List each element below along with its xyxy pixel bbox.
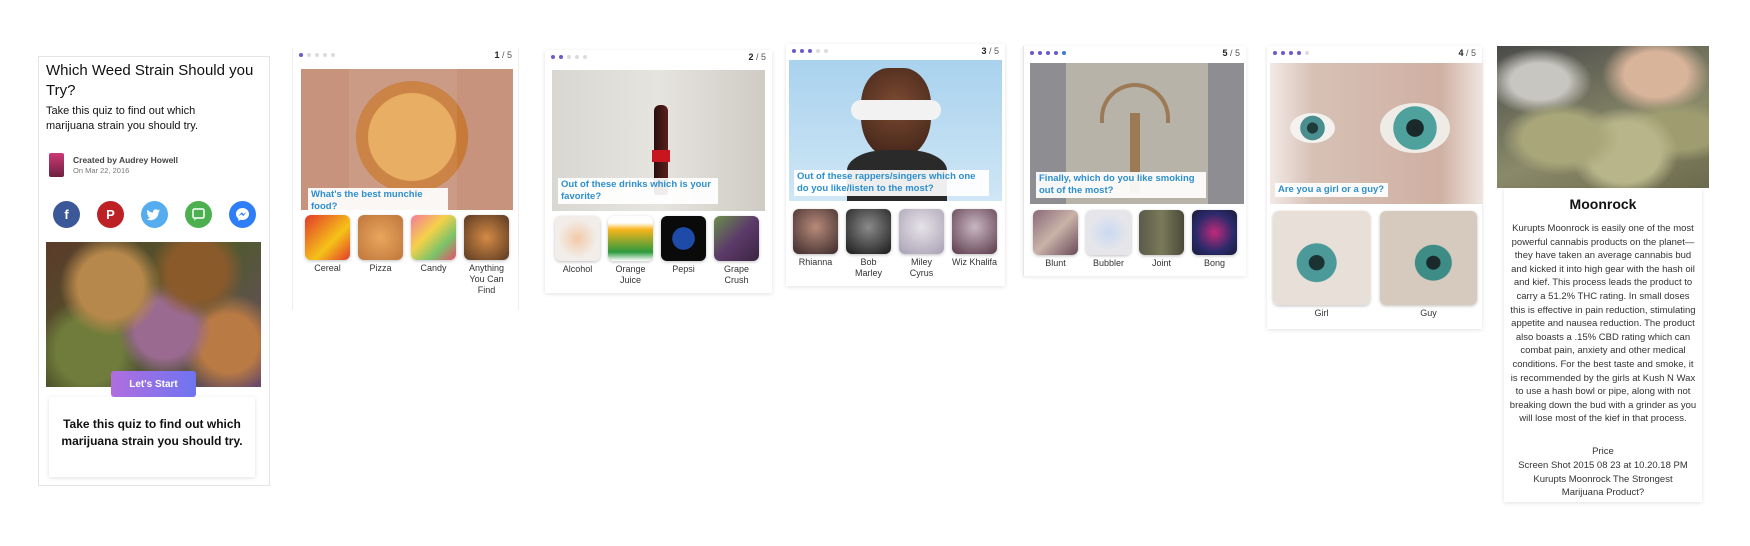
question-text: Out of these drinks which is your favori…	[558, 178, 718, 204]
option-label: Orange Juice	[615, 264, 646, 285]
option-guy[interactable]: Guy	[1380, 211, 1477, 319]
option-label: Cereal	[314, 263, 341, 273]
author-name[interactable]: Created by Audrey Howell	[73, 155, 178, 165]
question-counter: 4 / 5	[1458, 48, 1476, 58]
option-rhianna[interactable]: Rhianna	[793, 209, 838, 268]
intro-footer: Take this quiz to find out which marijua…	[49, 397, 255, 477]
option-bong[interactable]: Bong	[1192, 210, 1237, 269]
result-description: Kurupts Moonrock is easily one of the mo…	[1509, 223, 1697, 425]
option-blunt[interactable]: Blunt	[1033, 210, 1078, 269]
question-card-4: 4 / 5 Are you a girl or a guy? Girl Guy	[1267, 46, 1483, 329]
option-label: Girl	[1314, 308, 1329, 318]
rhianna-thumbnail	[793, 209, 838, 254]
question-counter: 1 / 5	[494, 50, 512, 60]
miley-cyrus-thumbnail	[899, 209, 944, 254]
option-bob-marley[interactable]: Bob Marley	[846, 209, 891, 279]
result-body: Moonrock Kurupts Moonrock is easily one …	[1504, 188, 1702, 502]
wiz-khalifa-thumbnail	[952, 209, 997, 254]
option-pepsi[interactable]: Pepsi	[661, 216, 706, 275]
option-cereal[interactable]: Cereal	[305, 215, 350, 274]
option-girl[interactable]: Girl	[1273, 211, 1370, 319]
price-text: Screen Shot 2015 08 23 at 10.20.18 PM Ku…	[1518, 460, 1688, 499]
option-wiz-khalifa[interactable]: Wiz Khalifa	[952, 209, 997, 268]
quiz-title: Which Weed Strain Should you Try?	[46, 62, 254, 99]
option-candy[interactable]: Candy	[411, 215, 456, 274]
progress-dots	[1273, 51, 1313, 59]
question-counter: 2 / 5	[748, 52, 766, 62]
alcohol-thumbnail	[555, 216, 600, 261]
option-grape-crush[interactable]: Grape Crush	[714, 216, 759, 286]
option-pizza[interactable]: Pizza	[358, 215, 403, 274]
joint-thumbnail	[1139, 210, 1184, 255]
option-alcohol[interactable]: Alcohol	[555, 216, 600, 275]
avatar	[49, 153, 64, 177]
question-counter: 5 / 5	[1222, 48, 1240, 58]
option-label: Pizza	[369, 263, 392, 273]
candy-thumbnail	[411, 215, 456, 260]
quiz-subtitle: Take this quiz to find out which marijua…	[46, 105, 199, 132]
question-card-2: 2 / 5 Out of these drinks which is your …	[545, 50, 772, 293]
cereal-thumbnail	[305, 215, 350, 260]
result-title: Moonrock	[1569, 196, 1637, 212]
guy-thumbnail	[1380, 211, 1477, 305]
option-label: Joint	[1151, 258, 1171, 268]
option-label: Guy	[1420, 308, 1437, 318]
girl-thumbnail	[1273, 211, 1370, 305]
question-text: Finally, which do you like smoking out o…	[1036, 172, 1206, 198]
start-button[interactable]: Let's Start	[111, 371, 196, 397]
bubbler-thumbnail	[1086, 210, 1131, 255]
author-info: Created by Audrey Howell On Mar 22, 2016	[49, 153, 259, 177]
option-label: Grape Crush	[723, 264, 749, 285]
author-date: On Mar 22, 2016	[73, 166, 130, 175]
progress-dots	[551, 55, 591, 63]
question-text: What's the best munchie food?	[308, 188, 448, 214]
option-joint[interactable]: Joint	[1139, 210, 1184, 269]
messenger-icon[interactable]	[229, 201, 256, 228]
option-label: Wiz Khalifa	[952, 257, 998, 267]
option-miley-cyrus[interactable]: Miley Cyrus	[899, 209, 944, 279]
grape-crush-thumbnail	[714, 216, 759, 261]
option-label: Anything You Can Find	[468, 263, 505, 295]
option-label: Alcohol	[562, 264, 593, 274]
share-buttons: f P	[53, 201, 258, 229]
option-label: Bong	[1203, 258, 1226, 268]
option-label: Rhianna	[798, 257, 833, 267]
hero-image	[46, 242, 261, 387]
question-text: Out of these rappers/singers which one d…	[794, 170, 989, 196]
twitter-icon[interactable]	[141, 201, 168, 228]
option-label: Blunt	[1045, 258, 1066, 268]
bob-marley-thumbnail	[846, 209, 891, 254]
question-card-1: 1 / 5 What's the best munchie food? Cere…	[292, 48, 519, 310]
orange-juice-thumbnail	[608, 216, 653, 261]
option-orange-juice[interactable]: Orange Juice	[608, 216, 653, 286]
option-label: Bubbler	[1092, 258, 1125, 268]
quiz-intro-card: Which Weed Strain Should you Try? Take t…	[38, 56, 270, 486]
result-image	[1497, 46, 1709, 188]
progress-dots	[299, 53, 339, 61]
price-heading: Price	[1592, 446, 1614, 457]
question-text: Are you a girl or a guy?	[1275, 183, 1388, 197]
sms-icon[interactable]	[185, 201, 212, 228]
option-anything[interactable]: Anything You Can Find	[464, 215, 509, 296]
option-label: Bob Marley	[854, 257, 882, 278]
result-card: Moonrock Kurupts Moonrock is easily one …	[1497, 46, 1709, 502]
option-bubbler[interactable]: Bubbler	[1086, 210, 1131, 269]
pinterest-icon[interactable]: P	[97, 201, 124, 228]
question-card-5: 5 / 5 Finally, which do you like smoking…	[1023, 46, 1246, 276]
intro-footer-text: Take this quiz to find out which marijua…	[61, 417, 243, 448]
option-label: Miley Cyrus	[909, 257, 934, 278]
question-card-3: 3 / 5 Out of these rappers/singers which…	[786, 44, 1005, 286]
blunt-thumbnail	[1033, 210, 1078, 255]
question-counter: 3 / 5	[981, 46, 999, 56]
option-label: Candy	[420, 263, 447, 273]
option-label: Pepsi	[672, 264, 695, 274]
progress-dots	[1030, 51, 1070, 59]
progress-dots	[792, 49, 832, 57]
bong-thumbnail	[1192, 210, 1237, 255]
pepsi-thumbnail	[661, 216, 706, 261]
facebook-icon[interactable]: f	[53, 201, 80, 228]
food-thumbnail	[464, 215, 509, 260]
pizza-thumbnail	[358, 215, 403, 260]
